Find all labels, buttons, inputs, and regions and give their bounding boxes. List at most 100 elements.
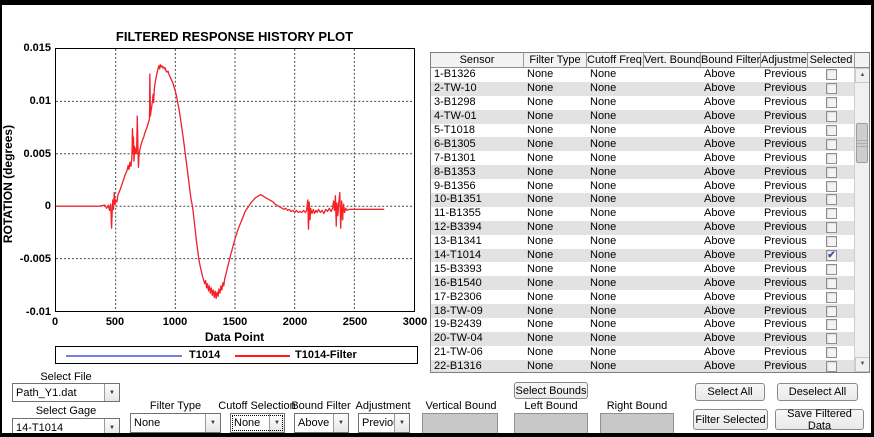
cell-selected xyxy=(808,278,855,289)
y-tick-label: 0.015 xyxy=(2,42,51,54)
cell: None xyxy=(524,110,587,123)
row-checkbox[interactable] xyxy=(826,278,837,289)
y-tick-label: 0.01 xyxy=(2,95,51,107)
filter-selected-button[interactable]: Filter Selected xyxy=(693,409,768,430)
bound-filter-dropdown[interactable]: Above ▼ xyxy=(294,413,349,433)
cell: 4-TW-01 xyxy=(431,110,524,123)
cell: None xyxy=(524,305,587,318)
scrollbar-up-icon[interactable]: ▲ xyxy=(855,68,870,83)
cell: Above xyxy=(701,346,761,359)
table-row[interactable]: 6-B1305NoneNoneAbovePrevious xyxy=(431,137,869,151)
table-row[interactable]: 11-B1355NoneNoneAbovePrevious xyxy=(431,207,869,221)
table-row[interactable]: 14-T1014NoneNoneAbovePrevious✔ xyxy=(431,249,869,263)
cell: Previous xyxy=(761,235,808,248)
row-checkbox[interactable] xyxy=(826,69,837,80)
table-row[interactable]: 12-B3394NoneNoneAbovePrevious xyxy=(431,221,869,235)
plot-area[interactable] xyxy=(55,48,415,312)
table-row[interactable]: 3-B1298NoneNoneAbovePrevious xyxy=(431,96,869,110)
row-checkbox[interactable] xyxy=(826,319,837,330)
row-checkbox[interactable] xyxy=(826,333,837,344)
cell: Previous xyxy=(761,166,808,179)
select-all-button[interactable]: Select All xyxy=(695,383,765,401)
row-checkbox[interactable] xyxy=(826,125,837,136)
row-checkbox[interactable] xyxy=(826,222,837,233)
cell: Above xyxy=(701,110,761,123)
row-checkbox[interactable] xyxy=(826,264,837,275)
table-scrollbar[interactable]: ▲ ────── ▼ xyxy=(854,68,869,372)
cell: Above xyxy=(701,235,761,248)
table-row[interactable]: 15-B3393NoneNoneAbovePrevious xyxy=(431,262,869,276)
table-row[interactable]: 22-B1316NoneNoneAbovePrevious xyxy=(431,360,869,373)
right-bound-input[interactable] xyxy=(600,413,674,435)
cell: None xyxy=(524,207,587,220)
legend-line-filtered xyxy=(235,355,290,357)
row-checkbox[interactable] xyxy=(826,139,837,150)
sensor-table-header: SensorFilter TypeCutoff Freq.Vert. Bound… xyxy=(431,53,869,68)
chevron-down-icon: ▼ xyxy=(333,414,348,432)
cell: Above xyxy=(701,221,761,234)
cell: 6-B1305 xyxy=(431,138,524,151)
cell: None xyxy=(524,318,587,331)
table-row[interactable]: 20-TW-04NoneNoneAbovePrevious xyxy=(431,332,869,346)
table-row[interactable]: 1-B1326NoneNoneAbovePrevious xyxy=(431,68,869,82)
chevron-down-icon: ▼ xyxy=(104,419,119,436)
table-row[interactable]: 16-B1540NoneNoneAbovePrevious xyxy=(431,276,869,290)
row-checkbox[interactable] xyxy=(826,208,837,219)
scrollbar-down-icon[interactable]: ▼ xyxy=(855,357,870,372)
left-bound-input[interactable] xyxy=(514,413,588,435)
table-row[interactable]: 18-TW-09NoneNoneAbovePrevious xyxy=(431,304,869,318)
table-row[interactable]: 7-B1301NoneNoneAbovePrevious xyxy=(431,151,869,165)
row-checkbox[interactable] xyxy=(826,111,837,122)
table-row[interactable]: 10-B1351NoneNoneAbovePrevious xyxy=(431,193,869,207)
table-row[interactable]: 4-TW-01NoneNoneAbovePrevious xyxy=(431,110,869,124)
filter-type-dropdown[interactable]: None ▼ xyxy=(130,413,221,433)
cell: 15-B3393 xyxy=(431,263,524,276)
vertical-bound-input[interactable] xyxy=(422,413,498,435)
save-filtered-data-button[interactable]: Save Filtered Data xyxy=(775,409,864,430)
sensor-table: SensorFilter TypeCutoff Freq.Vert. Bound… xyxy=(430,52,870,373)
table-row[interactable]: 17-B2306NoneNoneAbovePrevious xyxy=(431,290,869,304)
select-bounds-button[interactable]: Select Bounds xyxy=(514,382,588,399)
row-checkbox[interactable] xyxy=(826,347,837,358)
row-checkbox[interactable] xyxy=(826,97,837,108)
select-file-value: Path_Y1.dat xyxy=(13,387,104,399)
table-row[interactable]: 13-B1341NoneNoneAbovePrevious xyxy=(431,235,869,249)
scrollbar-thumb[interactable]: ────── xyxy=(856,123,868,163)
deselect-all-button[interactable]: Deselect All xyxy=(777,383,858,401)
table-row[interactable]: 21-TW-06NoneNoneAbovePrevious xyxy=(431,346,869,360)
row-checkbox[interactable] xyxy=(826,361,837,372)
row-checkbox[interactable] xyxy=(826,167,837,178)
adjustment-dropdown[interactable]: Previous ▼ xyxy=(358,413,410,433)
cell: Previous xyxy=(761,82,808,95)
row-checkbox[interactable] xyxy=(826,83,837,94)
cell: None xyxy=(587,277,644,290)
row-checkbox[interactable] xyxy=(826,194,837,205)
table-row[interactable]: 9-B1356NoneNoneAbovePrevious xyxy=(431,179,869,193)
x-tick-label: 2000 xyxy=(273,316,317,328)
row-checkbox-checked[interactable]: ✔ xyxy=(826,250,837,261)
cell-selected xyxy=(808,292,855,303)
table-row[interactable]: 19-B2439NoneNoneAbovePrevious xyxy=(431,318,869,332)
x-tick-label: 2500 xyxy=(333,316,377,328)
cell: 9-B1356 xyxy=(431,180,524,193)
cell-selected xyxy=(808,153,855,164)
cutoff-selection-dropdown[interactable]: None ▼ xyxy=(230,413,285,433)
select-file-dropdown[interactable]: Path_Y1.dat ▼ xyxy=(12,383,120,402)
cell: None xyxy=(524,166,587,179)
row-checkbox[interactable] xyxy=(826,306,837,317)
cell-selected xyxy=(808,347,855,358)
cell: Previous xyxy=(761,277,808,290)
row-checkbox[interactable] xyxy=(826,153,837,164)
row-checkbox[interactable] xyxy=(826,292,837,303)
row-checkbox[interactable] xyxy=(826,236,837,247)
table-row[interactable]: 8-B1353NoneNoneAbovePrevious xyxy=(431,165,869,179)
table-row[interactable]: 2-TW-10NoneNoneAbovePrevious xyxy=(431,82,869,96)
cell: 12-B3394 xyxy=(431,221,524,234)
sensor-table-body: 1-B1326NoneNoneAbovePrevious2-TW-10NoneN… xyxy=(431,68,869,373)
cell: None xyxy=(524,68,587,81)
row-checkbox[interactable] xyxy=(826,181,837,192)
cell: Above xyxy=(701,138,761,151)
cell: None xyxy=(587,235,644,248)
select-gage-dropdown[interactable]: 14-T1014 ▼ xyxy=(12,418,120,437)
table-row[interactable]: 5-T1018NoneNoneAbovePrevious xyxy=(431,124,869,138)
